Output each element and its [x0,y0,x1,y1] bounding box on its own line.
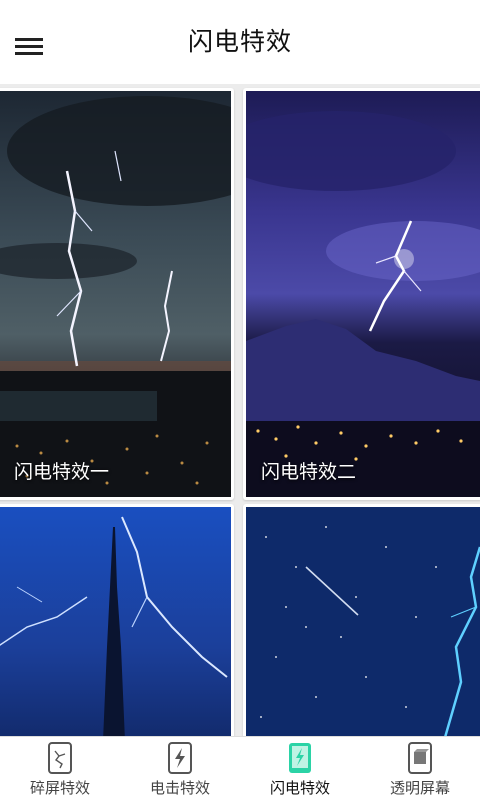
card-label: 闪电特效二 [261,461,357,483]
nav-item-broken-screen[interactable]: 碎屏特效 [0,737,120,800]
nav-item-transparent[interactable]: 透明屏幕 [360,737,480,800]
effects-grid[interactable]: 闪电特效一 闪电特效二 [0,84,480,736]
effect-card-3[interactable] [0,504,234,736]
starry-sky-image [246,507,480,736]
app-bar: 闪电特效 [0,0,480,84]
nav-label: 透明屏幕 [389,779,450,797]
lightning-phone-icon [287,742,313,774]
electric-phone-icon [167,742,193,774]
card-label: 闪电特效一 [14,461,110,483]
cracked-phone-icon [47,742,73,774]
lightning-skyscraper-image [0,507,231,736]
effect-card-4[interactable] [243,504,480,736]
bottom-nav: 碎屏特效 电击特效 闪电特效 透明屏幕 [0,736,480,800]
nav-label: 电击特效 [149,779,210,797]
lightning-city-image [0,91,231,497]
page-title: 闪电特效 [187,27,292,56]
nav-item-lightning[interactable]: 闪电特效 [240,737,360,800]
nav-label: 碎屏特效 [29,779,90,797]
transparent-phone-icon [407,742,433,774]
purple-lightning-mountain-image [246,91,480,497]
nav-item-electric[interactable]: 电击特效 [120,737,240,800]
nav-label: 闪电特效 [269,779,330,797]
effect-card-2[interactable]: 闪电特效二 [243,88,480,500]
effect-card-1[interactable]: 闪电特效一 [0,88,234,500]
